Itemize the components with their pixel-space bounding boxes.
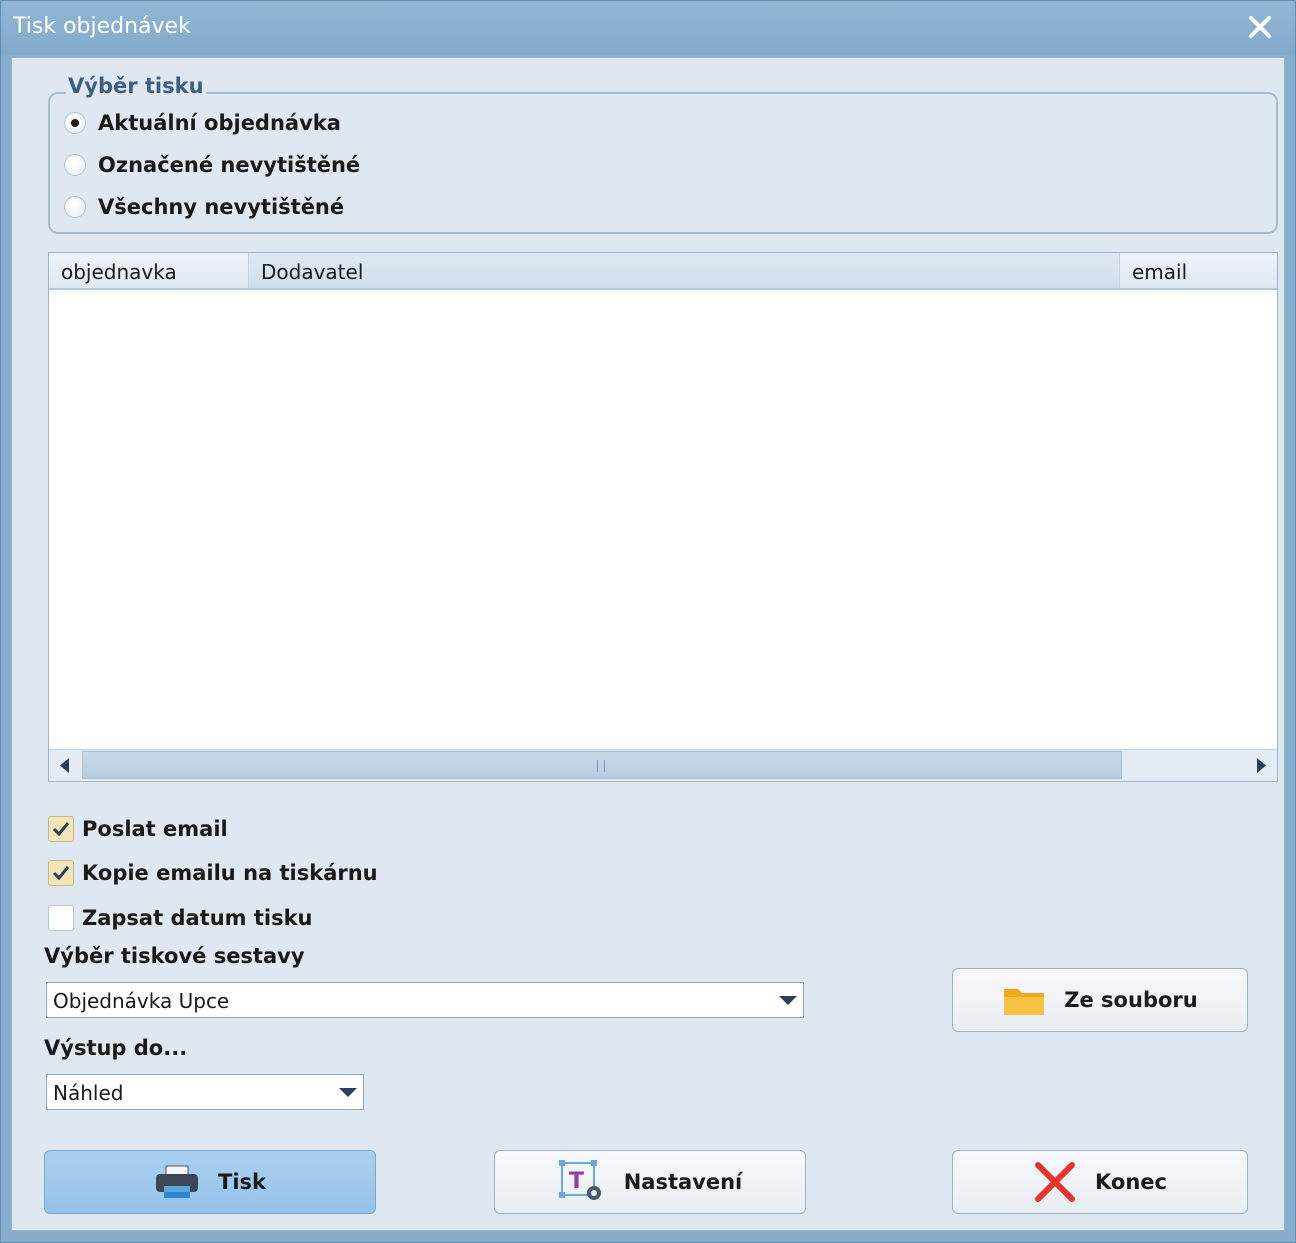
grid-header: objednavka Dodavatel email	[49, 253, 1277, 290]
checkbox[interactable]	[48, 905, 74, 931]
scroll-right-button[interactable]	[1245, 750, 1277, 781]
radio-button[interactable]	[64, 112, 86, 134]
radio-label: Označené nevytištěné	[98, 153, 361, 177]
arrow-left-icon	[60, 758, 69, 773]
column-header-order[interactable]: objednavka	[49, 253, 249, 288]
report-select[interactable]: Objednávka Upce	[46, 982, 804, 1018]
print-label: Tisk	[218, 1170, 266, 1194]
checkbox-label: Kopie emailu na tiskárnu	[82, 861, 378, 885]
arrow-right-icon	[1257, 758, 1266, 773]
print-button[interactable]: Tisk	[44, 1150, 376, 1214]
radio-marked-unprinted[interactable]: Označené nevytištěné	[64, 150, 360, 180]
print-selection-legend: Výběr tisku	[66, 74, 206, 98]
folder-icon	[1004, 989, 1045, 1015]
radio-current-order[interactable]: Aktuální objednávka	[64, 108, 341, 138]
close-icon	[1249, 16, 1271, 38]
checkbox[interactable]	[48, 860, 74, 886]
orders-grid[interactable]: objednavka Dodavatel email	[48, 252, 1278, 782]
print-selection-group: Výběr tisku Aktuální objednávka Označené…	[48, 74, 1278, 234]
red-x-icon	[1035, 1162, 1075, 1202]
title-bar[interactable]: Tisk objednávek	[1, 1, 1295, 55]
checkbox-label: Poslat email	[82, 817, 228, 841]
horizontal-scrollbar[interactable]	[49, 749, 1277, 781]
from-file-label: Ze souboru	[1064, 988, 1198, 1012]
grip-icon	[597, 760, 605, 772]
radio-button[interactable]	[64, 154, 86, 176]
checkmark-icon	[52, 822, 70, 837]
report-select-value: Objednávka Upce	[53, 989, 230, 1013]
output-select[interactable]: Náhled	[46, 1074, 364, 1110]
dialog-client-area: Výběr tisku Aktuální objednávka Označené…	[11, 57, 1285, 1231]
settings-label: Nastavení	[623, 1170, 743, 1194]
checkbox-send-email[interactable]: Poslat email	[48, 814, 228, 844]
dropdown-arrow-icon	[339, 1088, 357, 1097]
radio-label: Aktuální objednávka	[98, 111, 341, 135]
scrollbar-thumb[interactable]	[82, 751, 1122, 779]
print-orders-dialog: Tisk objednávek Výběr tisku Aktuální obj…	[0, 0, 1296, 1243]
template-settings-icon: T	[558, 1160, 601, 1200]
checkbox-write-print-date[interactable]: Zapsat datum tisku	[48, 903, 313, 933]
close-window-button[interactable]	[1243, 10, 1277, 44]
checkbox-label: Zapsat datum tisku	[82, 906, 313, 930]
from-file-button[interactable]: Ze souboru	[952, 968, 1248, 1032]
report-select-label: Výběr tiskové sestavy	[44, 944, 305, 968]
settings-button[interactable]: T Nastavení	[494, 1150, 806, 1214]
radio-button[interactable]	[64, 196, 86, 218]
checkbox-copy-to-printer[interactable]: Kopie emailu na tiskárnu	[48, 858, 378, 888]
close-button[interactable]: Konec	[952, 1150, 1248, 1214]
output-select-label: Výstup do...	[44, 1036, 188, 1060]
radio-label: Všechny nevytištěné	[98, 195, 345, 219]
svg-text:T: T	[569, 1169, 584, 1194]
output-select-value: Náhled	[53, 1081, 124, 1105]
checkbox[interactable]	[48, 816, 74, 842]
window-title: Tisk objednávek	[13, 14, 191, 39]
dropdown-arrow-icon	[779, 996, 797, 1005]
radio-all-unprinted[interactable]: Všechny nevytištěné	[64, 192, 344, 222]
close-label: Konec	[1095, 1170, 1167, 1194]
scroll-left-button[interactable]	[49, 750, 81, 781]
column-header-supplier[interactable]: Dodavatel	[249, 253, 1120, 288]
printer-icon	[156, 1165, 198, 1198]
column-header-email[interactable]: email	[1120, 253, 1277, 288]
checkmark-icon	[52, 866, 70, 881]
